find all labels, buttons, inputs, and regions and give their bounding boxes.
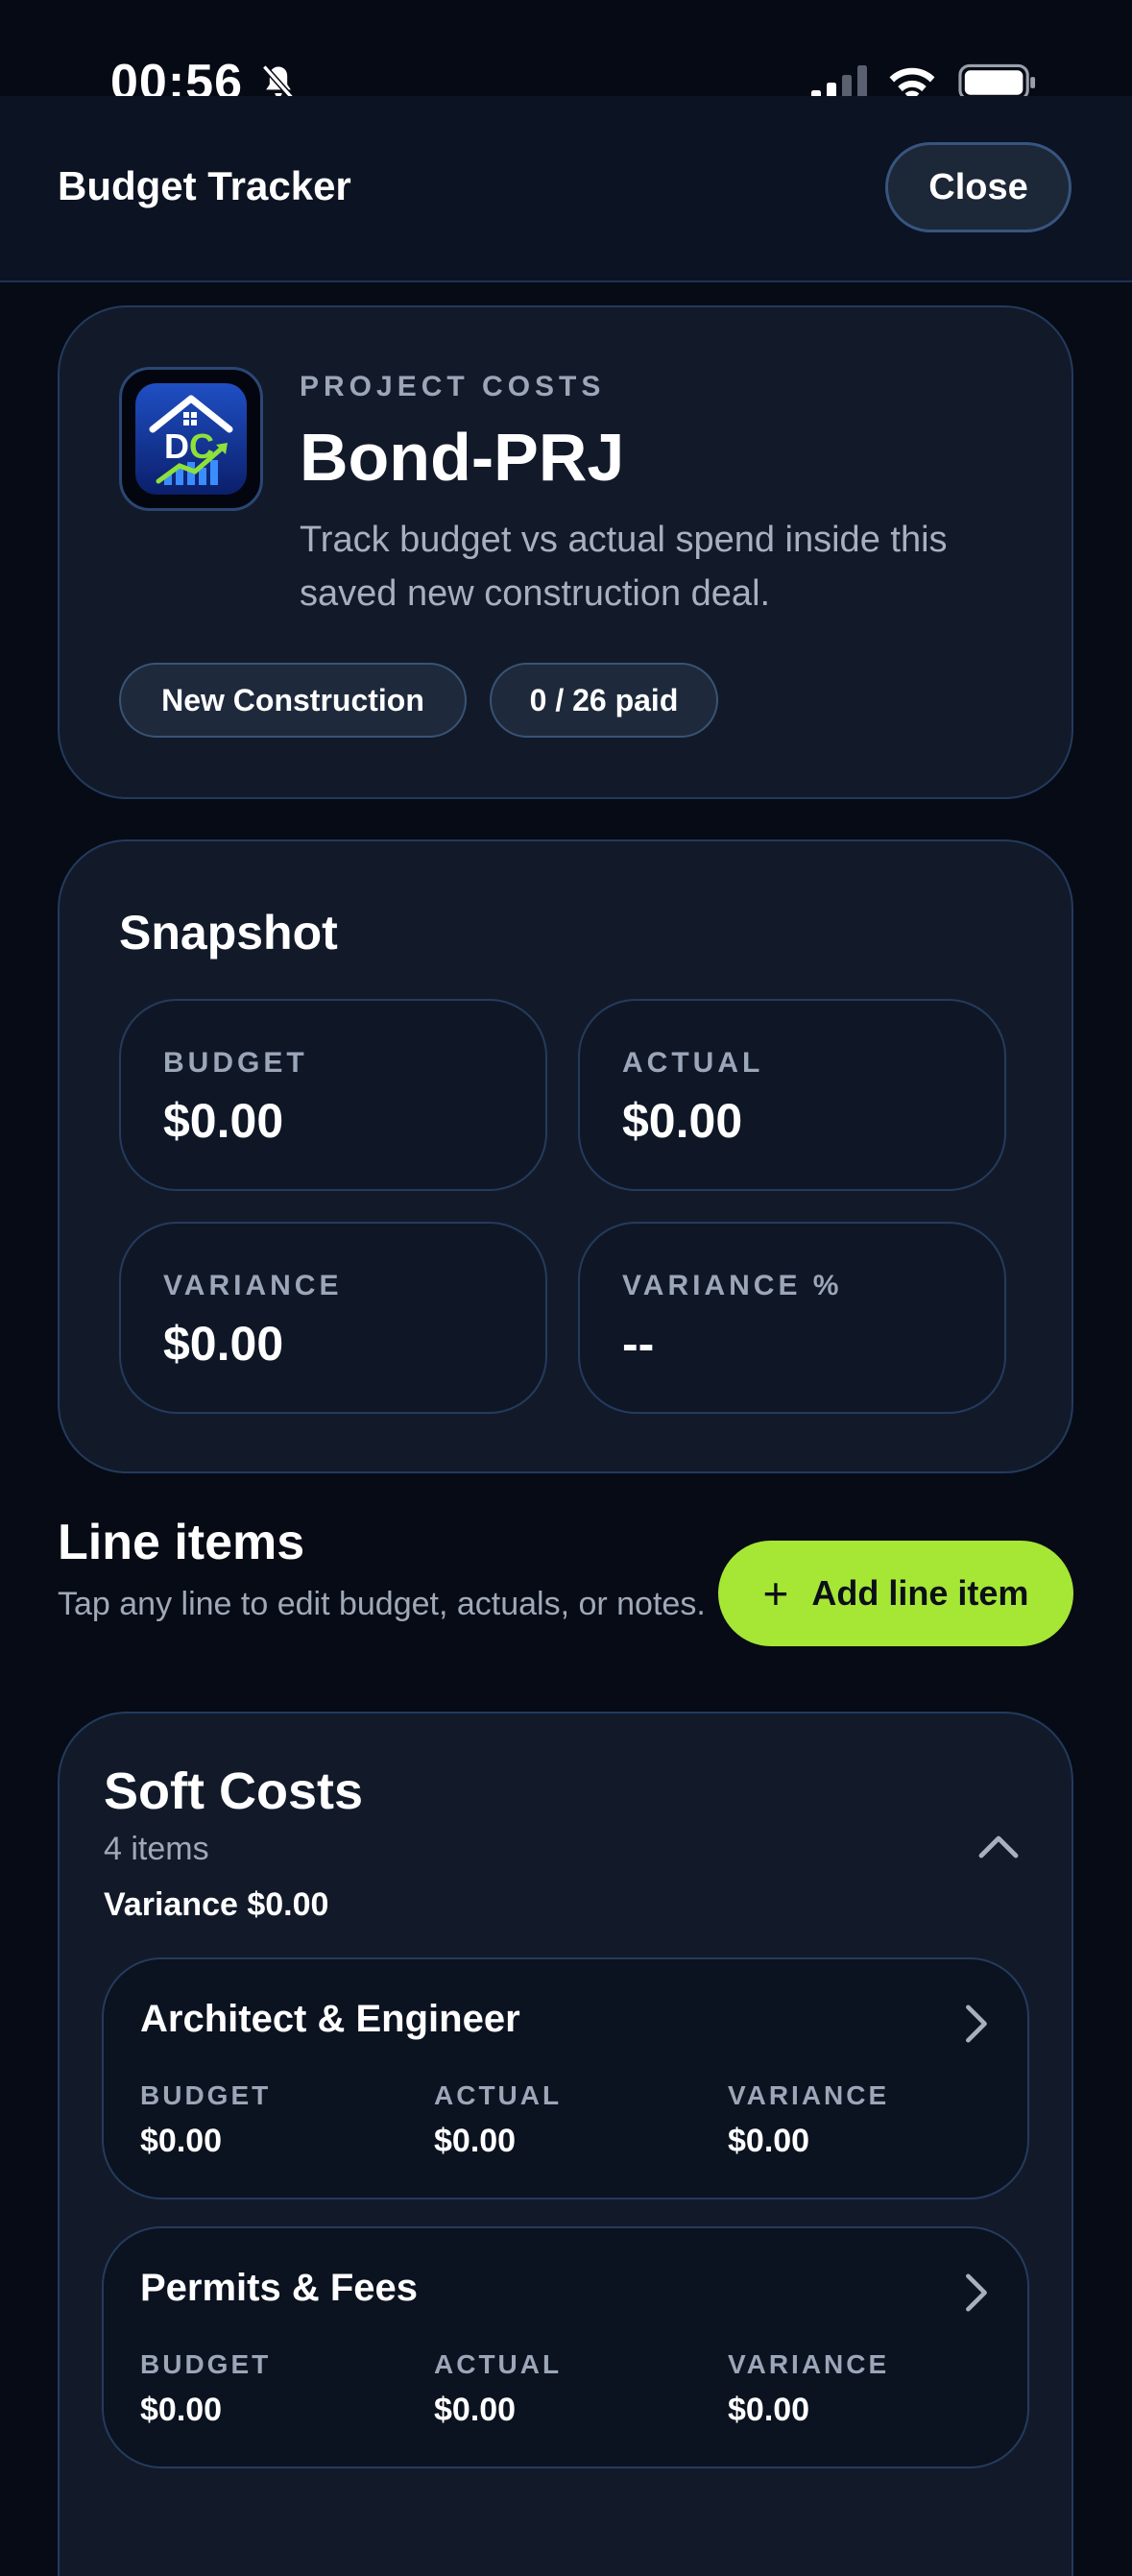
add-line-item-label: Add line item — [811, 1573, 1029, 1613]
snapshot-title: Snapshot — [119, 906, 338, 960]
metric-value: -- — [622, 1317, 655, 1371]
actual-label: ACTUAL — [434, 2080, 563, 2110]
soft-costs-group: Soft Costs 4 items Variance $0.00 Archit… — [58, 1712, 1073, 2576]
svg-text:D: D — [164, 426, 189, 466]
budget-value: $0.00 — [140, 2123, 223, 2159]
project-name: Bond-PRJ — [300, 420, 625, 495]
actual-label: ACTUAL — [434, 2349, 563, 2379]
variance-value: $0.00 — [728, 2392, 810, 2428]
metric-value: $0.00 — [163, 1317, 284, 1371]
page-title: Budget Tracker — [58, 163, 351, 208]
line-items-title: Line items — [58, 1515, 305, 1570]
section-eyebrow: PROJECT COSTS — [300, 371, 606, 402]
variance-metric: VARIANCE $0.00 — [119, 1222, 547, 1414]
budget-label: BUDGET — [140, 2080, 272, 2110]
variance-label: VARIANCE — [728, 2080, 890, 2110]
project-card: D C PROJECT COSTS Bond-PRJ Track budget … — [58, 305, 1073, 799]
line-items-subtitle: Tap any line to edit budget, actuals, or… — [58, 1586, 706, 1622]
budget-metric: BUDGET $0.00 — [119, 999, 547, 1191]
metric-value: $0.00 — [163, 1094, 284, 1148]
group-item-count: 4 items — [104, 1831, 209, 1867]
metric-value: $0.00 — [622, 1094, 743, 1148]
budget-value: $0.00 — [140, 2392, 223, 2428]
project-description: Track budget vs actual spend inside this… — [300, 520, 948, 614]
metric-label: BUDGET — [163, 1047, 308, 1079]
house-chart-logo-icon: D C — [135, 383, 247, 495]
actual-metric: ACTUAL $0.00 — [578, 999, 1006, 1191]
close-button[interactable]: Close — [885, 142, 1072, 232]
variance-value: $0.00 — [728, 2123, 810, 2159]
variance-label: VARIANCE — [728, 2349, 890, 2379]
paid-count-chip: 0 / 26 paid — [490, 663, 718, 738]
group-variance: Variance $0.00 — [104, 1886, 329, 1923]
add-line-item-button[interactable]: + Add line item — [718, 1541, 1073, 1646]
group-title: Soft Costs — [104, 1762, 363, 1820]
app-logo: D C — [119, 367, 263, 511]
status-bar: 00:56 — [0, 0, 1132, 110]
deal-type-chip: New Construction — [119, 663, 467, 738]
line-item-architect-engineer[interactable]: Architect & Engineer BUDGET $0.00 ACTUAL… — [102, 1957, 1029, 2199]
chevron-right-icon — [966, 2005, 987, 2043]
actual-value: $0.00 — [434, 2392, 517, 2428]
metric-label: ACTUAL — [622, 1047, 764, 1079]
actual-value: $0.00 — [434, 2123, 517, 2159]
plus-icon: + — [762, 1568, 789, 1618]
variance-percent-metric: VARIANCE % -- — [578, 1222, 1006, 1414]
app-header: Budget Tracker Close — [0, 96, 1132, 282]
line-item-permits-fees[interactable]: Permits & Fees BUDGET $0.00 ACTUAL $0.00… — [102, 2226, 1029, 2468]
budget-label: BUDGET — [140, 2349, 272, 2379]
metric-label: VARIANCE % — [622, 1270, 843, 1301]
chevron-right-icon — [966, 2273, 987, 2312]
metric-label: VARIANCE — [163, 1270, 343, 1301]
chevron-up-icon[interactable] — [975, 1823, 1022, 1869]
line-item-title: Architect & Engineer — [140, 1998, 520, 2040]
snapshot-card: Snapshot BUDGET $0.00 ACTUAL $0.00 VARIA… — [58, 839, 1073, 1473]
line-item-title: Permits & Fees — [140, 2267, 419, 2309]
